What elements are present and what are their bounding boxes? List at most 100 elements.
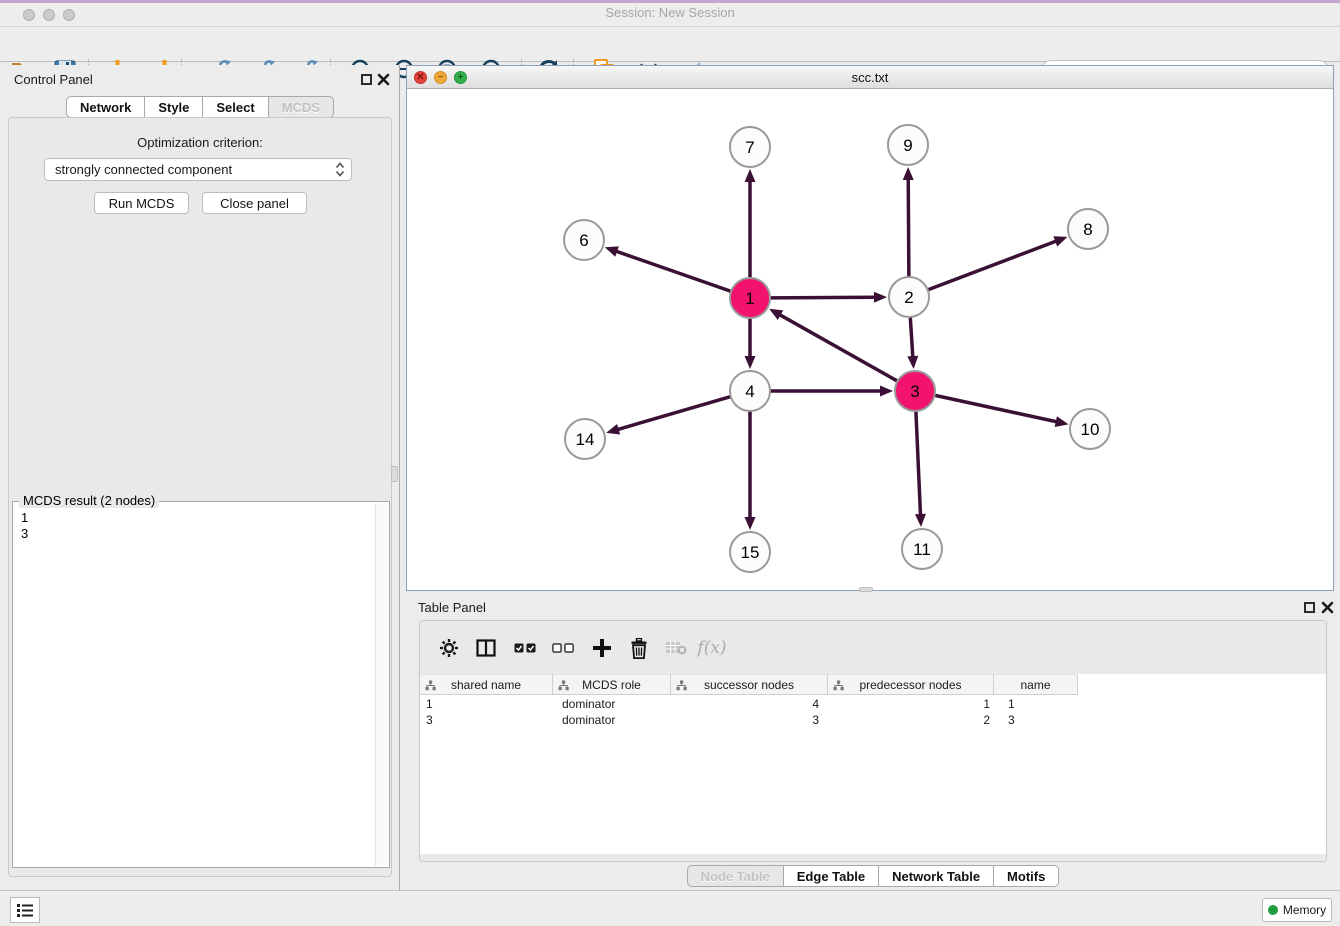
cell-MCDS-role[interactable]: dominator	[554, 712, 673, 728]
edge-1-6[interactable]	[615, 251, 731, 292]
edge-arrowhead	[1055, 416, 1069, 427]
criterion-value: strongly connected component	[55, 162, 335, 177]
column-header-label: name	[1020, 678, 1050, 692]
select-all-checkboxes-icon[interactable]	[509, 633, 541, 663]
node-label: 10	[1081, 420, 1100, 439]
float-panel-icon[interactable]	[361, 74, 372, 85]
table-row[interactable]: 3dominator323	[420, 712, 1326, 728]
table-panel-title: Table Panel	[418, 600, 486, 615]
edge-2-3[interactable]	[910, 317, 913, 358]
column-header-name[interactable]: name	[994, 674, 1078, 695]
cell-name[interactable]: 3	[998, 712, 1083, 728]
cell-predecessor-nodes[interactable]: 2	[831, 712, 998, 728]
graph-node-9[interactable]: 9	[888, 125, 928, 165]
network-graph[interactable]: 1 2 3 4 6 7 8 9 10 11 14 15	[407, 89, 1333, 590]
node-label: 4	[745, 382, 754, 401]
column-header-label: predecessor nodes	[859, 678, 961, 692]
network-view-window: ✕ − + scc.txt 1 2 3 4 6 7 8 9 10 11 14 15	[406, 65, 1334, 591]
edge-arrowhead	[915, 514, 926, 527]
table-header-row: shared name MCDS role successor nodes prede…	[420, 674, 1078, 695]
cell-successor-nodes[interactable]: 4	[673, 696, 831, 712]
criterion-select[interactable]: strongly connected component	[44, 158, 352, 181]
table-float-panel-icon[interactable]	[1304, 602, 1315, 613]
deselect-all-checkboxes-icon[interactable]	[547, 633, 579, 663]
tab-motifs[interactable]: Motifs	[994, 865, 1059, 887]
table-rows: 1dominator4113dominator323	[420, 696, 1326, 728]
window-title: Session: New Session	[0, 5, 1340, 20]
network-window-titlebar[interactable]: ✕ − + scc.txt	[407, 66, 1333, 89]
tab-mcds[interactable]: MCDS	[269, 96, 334, 118]
node-table: f(x) shared nameMCDS rolesuccessor nodes…	[419, 620, 1327, 862]
graph-node-3[interactable]: 3	[895, 371, 935, 411]
tab-network[interactable]: Network	[66, 96, 145, 118]
memory-button[interactable]: Memory	[1262, 898, 1332, 922]
edge-3-10[interactable]	[935, 395, 1058, 422]
close-panel-icon[interactable]	[377, 73, 390, 86]
delete-column-trash-icon[interactable]	[623, 633, 655, 663]
show-columns-icon[interactable]	[470, 633, 502, 663]
control-panel: Control Panel NetworkStyleSelectMCDS Opt…	[0, 65, 400, 890]
control-panel-title: Control Panel	[14, 72, 93, 87]
column-header-successor-nodes[interactable]: successor nodes	[671, 674, 828, 695]
tab-edge-table[interactable]: Edge Table	[784, 865, 879, 887]
cell-successor-nodes[interactable]: 3	[673, 712, 831, 728]
edge-3-11[interactable]	[916, 411, 921, 516]
select-stepper-icon	[335, 162, 345, 177]
column-header-label: MCDS role	[582, 678, 641, 692]
edge-arrowhead	[907, 356, 918, 369]
node-label: 2	[904, 288, 913, 307]
table-row[interactable]: 1dominator411	[420, 696, 1326, 712]
edge-1-2[interactable]	[770, 297, 876, 298]
node-label: 7	[745, 138, 754, 157]
edge-2-8[interactable]	[928, 241, 1057, 290]
cell-MCDS-role[interactable]: dominator	[554, 696, 673, 712]
tab-style[interactable]: Style	[145, 96, 203, 118]
edge-arrowhead	[874, 292, 887, 303]
tab-node-table[interactable]: Node Table	[687, 865, 784, 887]
graph-node-4[interactable]: 4	[730, 371, 770, 411]
column-header-shared-name[interactable]: shared name	[420, 674, 553, 695]
table-bottom-strip	[420, 854, 1326, 862]
result-scrollbar[interactable]	[375, 503, 388, 866]
vertical-splitter-grip[interactable]	[391, 466, 398, 482]
graph-node-15[interactable]: 15	[730, 532, 770, 572]
edge-3-1[interactable]	[779, 314, 898, 381]
edge-2-9[interactable]	[908, 178, 909, 277]
task-history-button[interactable]	[10, 897, 40, 923]
graph-node-10[interactable]: 10	[1070, 409, 1110, 449]
edge-arrowhead	[605, 246, 619, 256]
cell-shared-name[interactable]: 1	[420, 696, 554, 712]
column-header-MCDS-role[interactable]: MCDS role	[553, 674, 671, 695]
run-mcds-button[interactable]: Run MCDS	[94, 192, 189, 214]
horizontal-splitter-grip[interactable]	[859, 587, 873, 592]
add-column-icon[interactable]	[586, 633, 618, 663]
edge-arrowhead	[745, 169, 756, 182]
maximize-window-button[interactable]	[63, 9, 75, 21]
tab-select[interactable]: Select	[203, 96, 268, 118]
edge-arrowhead	[745, 356, 756, 369]
status-bar: Memory	[0, 890, 1340, 926]
graph-node-7[interactable]: 7	[730, 127, 770, 167]
column-header-predecessor-nodes[interactable]: predecessor nodes	[828, 674, 994, 695]
graph-node-14[interactable]: 14	[565, 419, 605, 459]
table-close-panel-icon[interactable]	[1321, 601, 1334, 614]
graph-node-8[interactable]: 8	[1068, 209, 1108, 249]
edge-4-14[interactable]	[617, 397, 731, 430]
edge-arrowhead	[1053, 236, 1067, 246]
tab-network-table[interactable]: Network Table	[879, 865, 994, 887]
minimize-window-button[interactable]	[43, 9, 55, 21]
cell-shared-name[interactable]: 3	[420, 712, 554, 728]
network-canvas[interactable]: 1 2 3 4 6 7 8 9 10 11 14 15	[407, 89, 1333, 590]
close-panel-button[interactable]: Close panel	[202, 192, 307, 214]
table-settings-gear-icon[interactable]	[433, 633, 465, 663]
cell-predecessor-nodes[interactable]: 1	[831, 696, 998, 712]
mcds-result-box: MCDS result (2 nodes) 13	[12, 501, 390, 868]
graph-node-6[interactable]: 6	[564, 220, 604, 260]
close-window-button[interactable]	[23, 9, 35, 21]
task-list-icon	[16, 903, 34, 918]
graph-node-1[interactable]: 1	[730, 278, 770, 318]
network-window-title: scc.txt	[407, 70, 1333, 85]
graph-node-11[interactable]: 11	[902, 529, 942, 569]
cell-name[interactable]: 1	[998, 696, 1083, 712]
graph-node-2[interactable]: 2	[889, 277, 929, 317]
